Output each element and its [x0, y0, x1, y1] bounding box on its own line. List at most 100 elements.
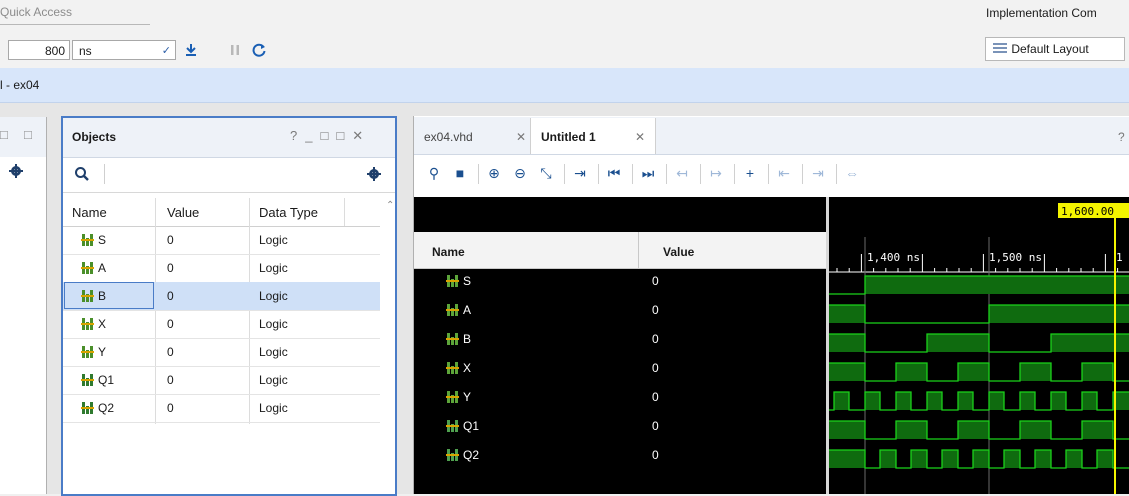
- run-time-unit-label: ns: [79, 44, 92, 58]
- pause-icon[interactable]: [224, 38, 246, 62]
- maximize-icon[interactable]: □: [320, 128, 328, 144]
- float-icon[interactable]: □: [336, 128, 344, 144]
- wave-signal-name[interactable]: A: [463, 303, 471, 317]
- close-icon[interactable]: ✕: [352, 128, 363, 144]
- search-icon[interactable]: [74, 166, 90, 185]
- column-header-name[interactable]: Name: [72, 205, 107, 220]
- toolbar-divider: [598, 164, 599, 184]
- waveform-value-header[interactable]: Value: [663, 245, 694, 259]
- layout-label: Default Layout: [1011, 42, 1089, 56]
- object-value: 0: [167, 373, 174, 387]
- waveform-high-fill: [1004, 450, 1020, 468]
- waveform-high-fill: [829, 334, 865, 352]
- wave-signal-value: 0: [652, 448, 659, 462]
- next-marker-icon[interactable]: ⇥: [807, 162, 829, 184]
- scroll-up-icon[interactable]: ⌃: [386, 200, 394, 211]
- waveform-high-fill: [1020, 363, 1051, 381]
- wave-signal-value: 0: [652, 361, 659, 375]
- waveform-high-fill: [865, 392, 880, 410]
- ruler-label: 1: [1116, 251, 1123, 264]
- save-icon[interactable]: ■: [449, 162, 471, 184]
- ruler-label: 1,400 ns: [867, 251, 920, 264]
- prev-transition-icon[interactable]: ↤: [671, 162, 693, 184]
- object-name: Q1: [98, 373, 115, 387]
- wave-signal-name[interactable]: Q1: [463, 419, 479, 433]
- run-time-unit-select[interactable]: ns ✓: [72, 40, 176, 60]
- go-to-start-icon[interactable]: ⏮: [603, 162, 625, 184]
- wave-signal-name[interactable]: B: [463, 332, 471, 346]
- waveform-high-fill: [989, 392, 1004, 410]
- waveform-high-fill: [1082, 392, 1097, 410]
- waveform-name-header[interactable]: Name: [432, 245, 465, 259]
- layout-select[interactable]: Default Layout: [985, 37, 1125, 61]
- settings-icon[interactable]: [366, 166, 382, 185]
- signal-icon: [446, 304, 459, 319]
- wave-signal-name[interactable]: Y: [463, 390, 471, 404]
- object-data-type: Logic: [259, 289, 288, 303]
- wave-signal-name[interactable]: X: [463, 361, 471, 375]
- chevron-down-icon: ✓: [161, 45, 171, 57]
- waveform-high-fill: [829, 363, 865, 381]
- signal-icon: [446, 333, 459, 348]
- object-value: 0: [167, 345, 174, 359]
- waveform-canvas[interactable]: 1,400 ns 1,500 ns 1 1,600.00: [829, 197, 1129, 494]
- swap-cursors-icon[interactable]: ⇔: [841, 162, 863, 184]
- table-row[interactable]: Q1 0 Logic: [63, 366, 380, 395]
- help-icon[interactable]: ?: [1118, 130, 1125, 144]
- add-marker-icon[interactable]: +: [739, 162, 761, 184]
- table-row[interactable]: Y 0 Logic: [63, 338, 380, 367]
- zoom-search-icon[interactable]: ⚲: [423, 162, 445, 184]
- minimize-icon[interactable]: _: [305, 128, 312, 144]
- waveform-high-fill: [927, 392, 942, 410]
- wave-signal-name[interactable]: Q2: [463, 448, 479, 462]
- relaunch-icon[interactable]: [248, 38, 270, 62]
- object-name: A: [98, 261, 107, 275]
- objects-table-header: [63, 198, 380, 227]
- table-row[interactable]: S 0 Logic: [63, 226, 380, 255]
- run-for-icon[interactable]: [180, 38, 202, 62]
- signal-icon: [81, 402, 94, 417]
- table-row[interactable]: Q2 0 Logic: [63, 394, 380, 423]
- wave-signal-value: 0: [652, 274, 659, 288]
- waveform-high-fill: [829, 305, 865, 323]
- object-value: 0: [167, 401, 174, 415]
- table-row[interactable]: B 0 Logic: [63, 282, 380, 311]
- waveform-high-fill: [1066, 450, 1082, 468]
- tab-ex04-vhd[interactable]: ex04.vhd: [424, 130, 473, 144]
- toolbar-divider: [666, 164, 667, 184]
- column-header-value[interactable]: Value: [167, 205, 199, 220]
- signal-icon: [81, 290, 94, 305]
- zoom-in-icon[interactable]: ⊕: [483, 162, 505, 184]
- run-time-input[interactable]: 800: [8, 40, 70, 60]
- close-icon[interactable]: ✕: [516, 130, 526, 144]
- float-icon[interactable]: □: [24, 127, 32, 142]
- restore-icon[interactable]: □: [0, 127, 8, 142]
- signal-icon: [81, 262, 94, 277]
- toolbar-divider: [734, 164, 735, 184]
- help-icon[interactable]: ?: [290, 128, 297, 144]
- waveform-high-fill: [896, 363, 927, 381]
- waveform-high-fill: [1051, 334, 1129, 352]
- next-transition-icon[interactable]: ↦: [705, 162, 727, 184]
- go-to-end-icon[interactable]: ⏭: [637, 162, 659, 184]
- waveform-names-header: [414, 232, 826, 269]
- wave-signal-value: 0: [652, 419, 659, 433]
- signal-icon: [446, 420, 459, 435]
- zoom-out-icon[interactable]: ⊖: [509, 162, 531, 184]
- table-row[interactable]: A 0 Logic: [63, 254, 380, 283]
- object-data-type: Logic: [259, 261, 288, 275]
- quick-access-input[interactable]: Quick Access: [0, 2, 150, 25]
- wave-signal-name[interactable]: S: [463, 274, 471, 288]
- waveform-high-fill: [1097, 450, 1113, 468]
- zoom-fit-icon[interactable]: ⤡: [535, 162, 557, 184]
- left-settings-icon[interactable]: [8, 163, 24, 182]
- column-header-data-type[interactable]: Data Type: [259, 205, 318, 220]
- wave-signal-value: 0: [652, 332, 659, 346]
- prev-marker-icon[interactable]: ⇤: [773, 162, 795, 184]
- toolbar-divider: [802, 164, 803, 184]
- object-value: 0: [167, 261, 174, 275]
- close-icon[interactable]: ✕: [635, 130, 645, 144]
- signal-icon: [446, 449, 459, 464]
- goto-cursor-icon[interactable]: ⇥: [569, 162, 591, 184]
- table-row[interactable]: X 0 Logic: [63, 310, 380, 339]
